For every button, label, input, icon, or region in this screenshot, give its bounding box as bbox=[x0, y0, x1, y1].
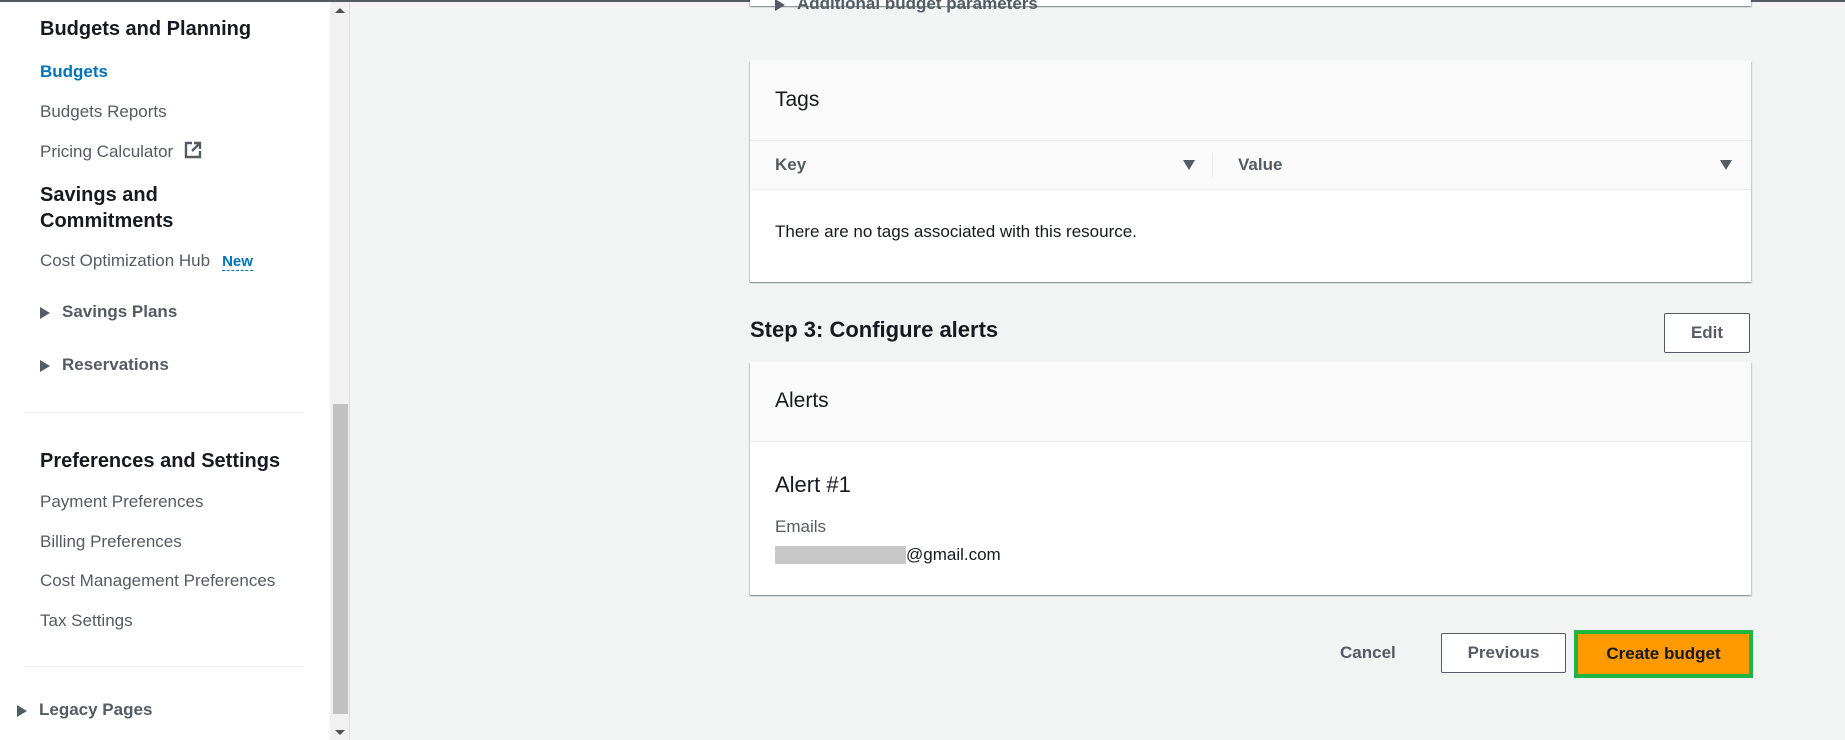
scrollbar-thumb[interactable] bbox=[333, 404, 348, 714]
tags-title: Tags bbox=[750, 61, 1751, 141]
sidebar-item-cost-optimization-hub[interactable]: Cost Optimization Hub New bbox=[40, 251, 253, 271]
caret-right-icon bbox=[40, 359, 50, 372]
sidebar-item-pricing-calculator[interactable]: Pricing Calculator bbox=[40, 141, 202, 162]
additional-params-panel: Additional budget parameters bbox=[750, 0, 1751, 13]
create-budget-button[interactable]: Create budget bbox=[1574, 630, 1753, 678]
tags-panel: Tags Key Value There are no tags associa… bbox=[750, 61, 1751, 282]
section-preferences-settings: Preferences and Settings bbox=[40, 450, 281, 472]
email-suffix: @gmail.com bbox=[906, 545, 1001, 564]
legacy-pages-label: Legacy Pages bbox=[39, 700, 153, 719]
sidebar-item-budgets[interactable]: Budgets bbox=[40, 62, 108, 82]
sidebar-item-legacy-pages[interactable]: Legacy Pages bbox=[17, 700, 152, 720]
divider bbox=[25, 412, 304, 413]
tags-empty-message: There are no tags associated with this r… bbox=[775, 222, 1137, 241]
section-title-line2: Commitments bbox=[40, 210, 174, 232]
scroll-up-icon[interactable] bbox=[335, 8, 345, 13]
reservations-label: Reservations bbox=[62, 355, 169, 374]
external-link-icon bbox=[184, 141, 202, 159]
section-savings-commitments: Savings and Commitments bbox=[40, 182, 173, 234]
sort-icon[interactable] bbox=[1183, 160, 1195, 170]
alert-title: Alert #1 bbox=[775, 472, 851, 497]
emails-label: Emails bbox=[775, 517, 827, 536]
tags-table-header: Key Value bbox=[750, 141, 1751, 190]
pricing-calculator-label: Pricing Calculator bbox=[40, 142, 174, 161]
sidebar-item-billing-preferences[interactable]: Billing Preferences bbox=[40, 532, 182, 552]
sidebar-item-payment-preferences[interactable]: Payment Preferences bbox=[40, 492, 203, 512]
scroll-down-icon[interactable] bbox=[335, 730, 345, 735]
email-value: @gmail.com bbox=[775, 545, 1001, 565]
column-key[interactable]: Key bbox=[775, 141, 806, 189]
sort-icon[interactable] bbox=[1720, 160, 1732, 170]
alerts-panel: Alerts Alert #1 Emails @gmail.com bbox=[750, 362, 1751, 595]
sidebar-item-reservations[interactable]: Reservations bbox=[40, 355, 169, 375]
sidebar-item-cost-management-preferences[interactable]: Cost Management Preferences bbox=[40, 571, 275, 591]
column-value[interactable]: Value bbox=[1238, 141, 1282, 189]
savings-plans-label: Savings Plans bbox=[62, 302, 178, 321]
sidebar: Budgets and Planning Budgets Budgets Rep… bbox=[0, 2, 330, 740]
additional-params-toggle[interactable]: Additional budget parameters bbox=[775, 0, 1038, 14]
cost-optimization-hub-label: Cost Optimization Hub bbox=[40, 251, 211, 270]
sidebar-item-savings-plans[interactable]: Savings Plans bbox=[40, 302, 177, 322]
caret-right-icon bbox=[775, 0, 785, 11]
cancel-button[interactable]: Cancel bbox=[1340, 633, 1396, 673]
additional-params-label: Additional budget parameters bbox=[797, 0, 1038, 13]
redacted-block bbox=[775, 546, 906, 564]
alerts-title: Alerts bbox=[750, 362, 1751, 442]
caret-right-icon bbox=[40, 306, 50, 319]
caret-right-icon bbox=[17, 704, 27, 717]
edit-button[interactable]: Edit bbox=[1664, 313, 1750, 353]
sidebar-item-budgets-reports[interactable]: Budgets Reports bbox=[40, 102, 167, 122]
sidebar-item-tax-settings[interactable]: Tax Settings bbox=[40, 611, 133, 631]
section-budgets-planning: Budgets and Planning bbox=[40, 18, 252, 40]
sidebar-scrollbar[interactable] bbox=[330, 2, 350, 740]
divider bbox=[25, 666, 304, 667]
new-badge: New bbox=[222, 253, 253, 271]
step3-title: Step 3: Configure alerts bbox=[750, 317, 999, 342]
previous-button[interactable]: Previous bbox=[1441, 633, 1566, 673]
section-title-line1: Savings and bbox=[40, 184, 158, 206]
column-divider bbox=[1212, 153, 1213, 177]
